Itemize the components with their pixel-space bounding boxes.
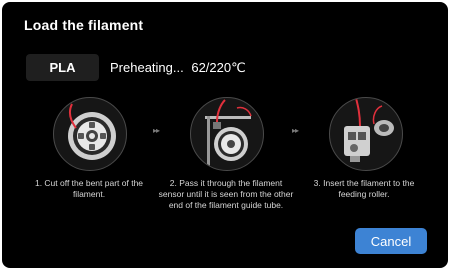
extruder-roller-icon — [329, 97, 403, 171]
step-1-text: 1. Cut off the bent part of the filament… — [34, 178, 144, 199]
filament-spool-icon — [53, 97, 127, 171]
load-filament-dialog: Load the filament PLA Preheating... 62/2… — [2, 2, 448, 268]
preheat-status-text: Preheating... — [110, 60, 184, 75]
temperature-readout: 62/220℃ — [191, 60, 246, 75]
step-arrow-2: ▸▸ — [292, 126, 299, 135]
step-3-text: 3. Insert the filament to the feeding ro… — [313, 178, 415, 199]
dialog-title: Load the filament — [24, 17, 144, 33]
filament-sensor-icon — [190, 97, 264, 171]
material-badge: PLA — [26, 54, 99, 81]
preheat-status: Preheating... 62/220℃ — [110, 60, 246, 76]
step-2-text: 2. Pass it through the filament sensor u… — [158, 178, 294, 210]
cancel-button[interactable]: Cancel — [355, 228, 427, 254]
step-arrow-1: ▸▸ — [153, 126, 160, 135]
